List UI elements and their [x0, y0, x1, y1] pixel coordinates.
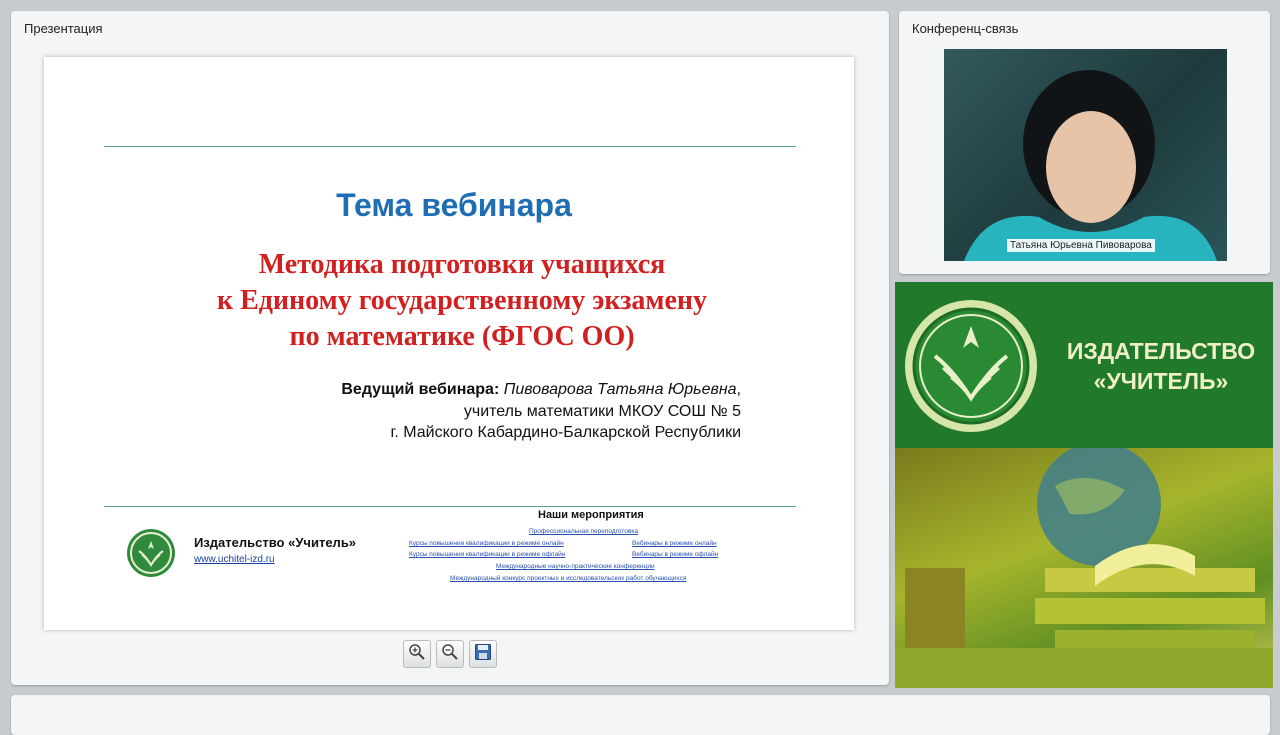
presenter-name: Пивоварова Татьяна Юрьевна — [503, 381, 737, 398]
event-link-retraining[interactable]: Профессиональная переподготовка — [529, 528, 638, 535]
zoom-in-button[interactable] — [403, 640, 431, 668]
save-button[interactable] — [469, 640, 497, 668]
video-feed: Татьяна Юрьевна Пивоварова — [944, 49, 1227, 261]
presenter-comma: , — [736, 381, 741, 398]
banner-title: ИЗДАТЕЛЬСТВО «УЧИТЕЛЬ» — [1055, 336, 1267, 396]
slide-top-divider — [104, 146, 796, 147]
presenter-label: Ведущий вебинара: — [341, 381, 500, 398]
zoom-out-icon — [441, 643, 459, 666]
banner-books-image — [895, 448, 1273, 688]
topic-line-3: по математике (ФГОС ОО) — [289, 321, 635, 352]
events-title: Наши мероприятия — [538, 509, 644, 521]
topic-line-2: к Единому государственному экзамену — [216, 285, 708, 316]
topic-line-1: Методика подготовки учащихся — [258, 249, 666, 280]
publisher-link[interactable]: www.uchitel-izd.ru — [194, 554, 275, 565]
zoom-in-icon — [408, 643, 426, 666]
bottom-panel — [11, 695, 1270, 735]
banner-logo-icon — [901, 296, 1041, 441]
presenter-position: учитель математики МКОУ СОШ № 5 — [463, 403, 741, 420]
conference-title: Конференц-связь — [912, 21, 1019, 36]
publisher-logo-icon — [127, 529, 175, 577]
speaker-name-label: Татьяна Юрьевна Пивоварова — [1007, 239, 1155, 252]
publisher-name: Издательство «Учитель» — [194, 535, 357, 550]
event-link-contest[interactable]: Международный конкурс проектных и исслед… — [450, 575, 686, 582]
banner-top: ИЗДАТЕЛЬСТВО «УЧИТЕЛЬ» — [895, 282, 1273, 448]
slide-heading: Тема вебинара — [336, 187, 572, 223]
presenter-line: Ведущий вебинара: Пивоварова Татьяна Юрь… — [341, 381, 741, 399]
event-link-courses-offline[interactable]: Курсы повышения квалификации в режиме оф… — [409, 551, 565, 558]
save-icon — [474, 643, 492, 666]
slide-bottom-divider — [104, 506, 796, 507]
presentation-panel: Презентация Тема вебинара Методика подго… — [11, 11, 889, 685]
banner-title-line-2: «УЧИТЕЛЬ» — [1093, 368, 1229, 394]
event-link-webinars-offline[interactable]: Вебинары в режиме офлайн — [632, 551, 718, 558]
event-link-webinars-online[interactable]: Вебинары в режиме онлайн — [632, 540, 717, 547]
conference-panel: Конференц-связь Татьяна Юрьевна Пивоваро… — [899, 11, 1270, 274]
presentation-title: Презентация — [24, 21, 103, 36]
event-link-courses-online[interactable]: Курсы повышения квалификации в режиме он… — [409, 540, 564, 547]
presenter-location: г. Майского Кабардино-Балкарской Республ… — [390, 424, 741, 441]
banner-title-line-1: ИЗДАТЕЛЬСТВО — [1066, 338, 1256, 364]
slide: Тема вебинара Методика подготовки учащих… — [44, 57, 854, 630]
event-link-conferences[interactable]: Международные научно-практические конфер… — [496, 563, 655, 570]
zoom-out-button[interactable] — [436, 640, 464, 668]
publisher-banner: ИЗДАТЕЛЬСТВО «УЧИТЕЛЬ» — [895, 282, 1273, 688]
